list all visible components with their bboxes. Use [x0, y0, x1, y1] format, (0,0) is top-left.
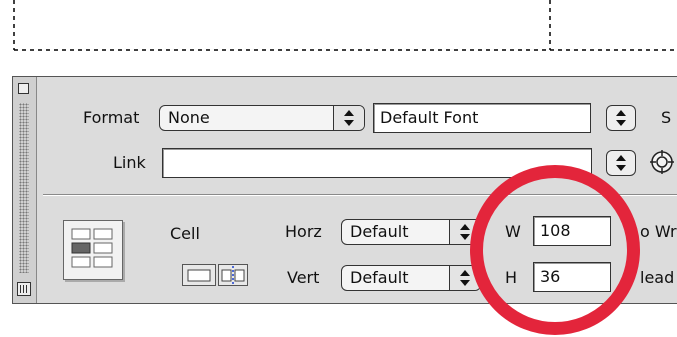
font-popup-button[interactable]	[606, 105, 636, 131]
close-box-icon[interactable]	[18, 83, 29, 94]
header-label-partial: lead	[640, 268, 675, 287]
browse-target-icon[interactable]	[648, 148, 676, 176]
nowrap-label-partial: o Wr	[640, 222, 677, 241]
font-field[interactable]: Default Font	[373, 103, 591, 133]
table-dashed-guides	[13, 0, 677, 51]
font-field-value: Default Font	[380, 108, 479, 127]
horz-popup-value: Default	[350, 222, 409, 241]
titlebar-grip[interactable]	[19, 103, 29, 273]
split-cell-icon[interactable]	[218, 264, 248, 286]
expander-icon[interactable]	[17, 282, 31, 296]
format-label: Format	[83, 108, 140, 127]
merge-cells-icon[interactable]	[182, 264, 216, 286]
annotation-circle	[470, 165, 640, 335]
vert-popup-value: Default	[350, 268, 409, 287]
link-label: Link	[113, 153, 146, 172]
format-popup[interactable]: None	[159, 105, 365, 131]
size-label-partial: S	[661, 108, 672, 127]
horz-popup[interactable]: Default	[341, 219, 481, 245]
inspector-titlebar[interactable]	[13, 77, 37, 303]
table-cell-icon	[63, 220, 123, 280]
vert-label: Vert	[287, 268, 320, 287]
horz-label: Horz	[285, 222, 322, 241]
cell-label: Cell	[170, 224, 200, 243]
format-popup-value: None	[168, 108, 210, 127]
popup-arrows-icon	[333, 106, 364, 130]
link-popup-button[interactable]	[606, 150, 636, 176]
vert-popup[interactable]: Default	[341, 265, 481, 291]
